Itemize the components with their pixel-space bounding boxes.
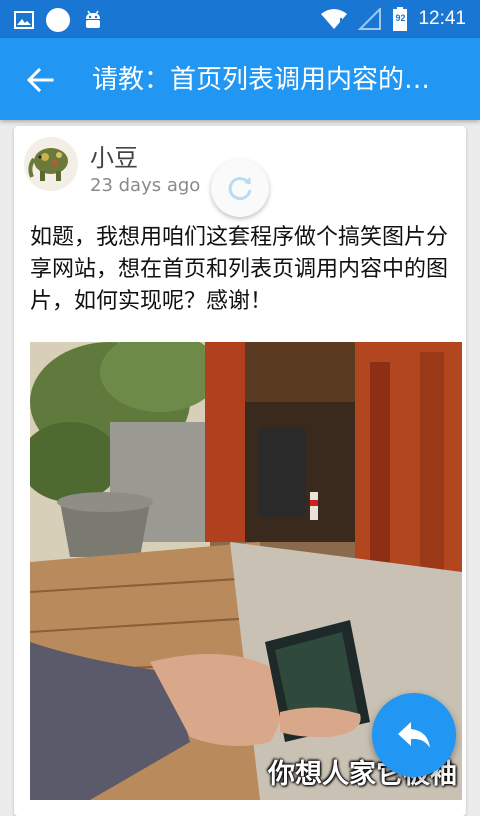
battery-icon: 92: [392, 7, 408, 31]
reply-button[interactable]: [372, 693, 456, 777]
post-body-text: 如题，我想用咱们这套程序做个搞笑图片分享网站，想在首页和列表页调用内容中的图片，…: [30, 225, 449, 314]
status-left-icons: [14, 8, 104, 32]
android-icon: [86, 10, 100, 28]
wifi-icon: [321, 9, 348, 29]
post-time: 23 days ago: [90, 175, 201, 196]
elephant-avatar-image: [28, 148, 68, 181]
refresh-icon: [228, 177, 252, 200]
status-bar: 92 12:41: [0, 0, 480, 38]
refresh-button[interactable]: [211, 159, 269, 217]
status-right-icons: 92 12:41: [320, 7, 466, 31]
avatar[interactable]: [24, 137, 78, 191]
battery-level: 92: [395, 13, 406, 23]
status-time: 12:41: [418, 8, 466, 29]
page-title: 请教：首页列表调用内容的…: [92, 65, 431, 95]
author-name[interactable]: 小豆: [90, 138, 138, 173]
back-arrow-icon[interactable]: [26, 66, 54, 94]
app-bar: 请教：首页列表调用内容的…: [0, 38, 480, 120]
gallery-icon: [14, 11, 34, 29]
notification-circle-icon: [46, 8, 70, 32]
reply-icon: [398, 722, 430, 748]
signal-icon: [358, 8, 382, 30]
